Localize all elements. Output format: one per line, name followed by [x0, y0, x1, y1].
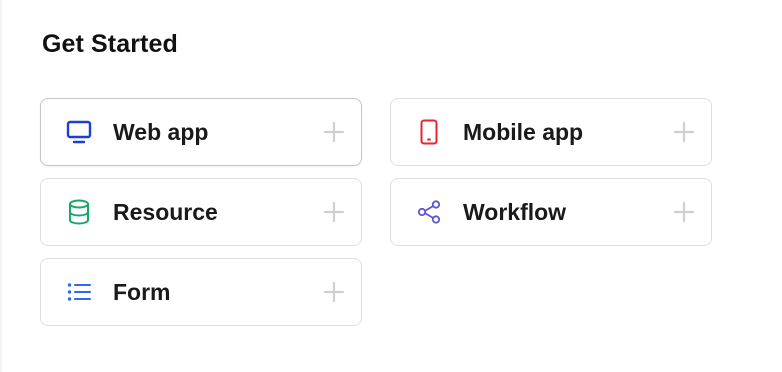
card-label: Form: [113, 278, 171, 305]
add-plus-icon[interactable]: [323, 121, 345, 143]
card-label: Mobile app: [463, 118, 584, 145]
add-plus-icon[interactable]: [673, 201, 695, 223]
add-plus-icon[interactable]: [673, 121, 695, 143]
get-started-panel: Get Started Web app Mobile app Resource …: [0, 0, 782, 372]
create-workflow-card[interactable]: Workflow: [390, 178, 712, 246]
monitor-icon: [65, 118, 93, 146]
share-nodes-icon: [415, 198, 443, 226]
create-form-card[interactable]: Form: [40, 258, 362, 326]
create-options-grid: Web app Mobile app Resource Workflow For…: [40, 98, 712, 326]
card-label: Web app: [113, 118, 209, 145]
create-web-app-card[interactable]: Web app: [40, 98, 362, 166]
create-mobile-app-card[interactable]: Mobile app: [390, 98, 712, 166]
database-icon: [65, 198, 93, 226]
add-plus-icon[interactable]: [323, 281, 345, 303]
left-divider: [0, 0, 2, 372]
mobile-phone-icon: [415, 118, 443, 146]
card-label: Workflow: [463, 198, 567, 225]
add-plus-icon[interactable]: [323, 201, 345, 223]
card-label: Resource: [113, 198, 218, 225]
section-title: Get Started: [42, 30, 178, 58]
list-icon: [65, 278, 93, 306]
create-resource-card[interactable]: Resource: [40, 178, 362, 246]
